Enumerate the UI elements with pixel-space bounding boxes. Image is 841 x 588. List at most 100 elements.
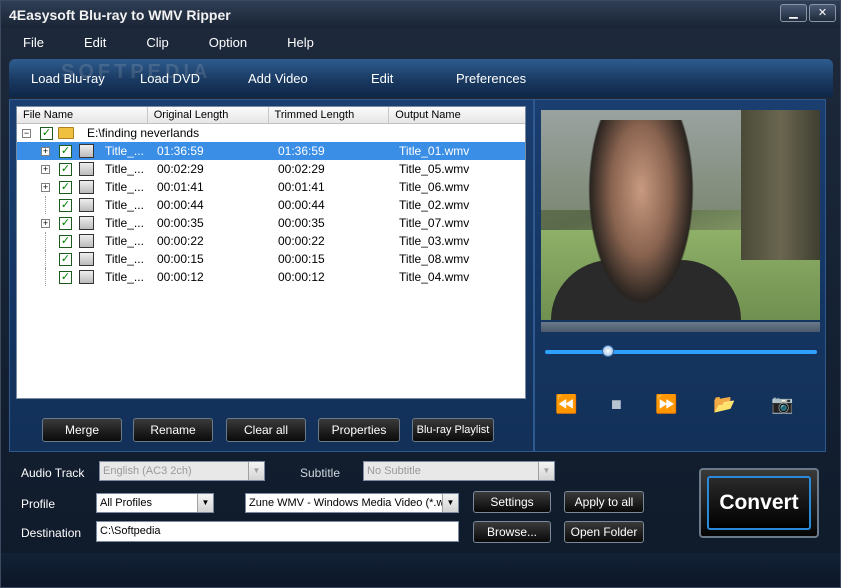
seek-thumb[interactable]: [601, 345, 614, 357]
stop-icon[interactable]: ■: [611, 394, 622, 415]
cell-output-name: Title_01.wmv: [399, 144, 470, 158]
audio-track-value: English (AC3 2ch): [103, 465, 192, 477]
row-checkbox[interactable]: ✓: [59, 181, 72, 194]
collapse-icon[interactable]: −: [22, 129, 31, 138]
cell-file-name: Title_...: [105, 234, 144, 248]
destination-input[interactable]: C:\Softpedia: [96, 521, 459, 542]
progress-track: [541, 322, 820, 332]
col-trimmed-length[interactable]: Trimmed Length: [269, 107, 390, 123]
root-checkbox[interactable]: ✓: [40, 127, 53, 140]
row-checkbox[interactable]: ✓: [59, 163, 72, 176]
expand-icon[interactable]: +: [41, 219, 50, 228]
add-video-button[interactable]: Add Video: [248, 71, 308, 86]
chevron-down-icon: ▼: [248, 462, 264, 480]
video-file-icon: [79, 198, 94, 212]
cell-output-name: Title_03.wmv: [399, 234, 470, 248]
merge-button[interactable]: Merge: [42, 418, 122, 442]
destination-label: Destination: [21, 526, 82, 540]
settings-button[interactable]: Settings: [473, 491, 551, 513]
profile-category-select[interactable]: All Profiles ▼: [96, 493, 214, 513]
row-checkbox[interactable]: ✓: [59, 271, 72, 284]
row-checkbox[interactable]: ✓: [59, 145, 72, 158]
bluray-playlist-button[interactable]: Blu-ray Playlist: [412, 418, 494, 442]
table-row[interactable]: + ✓ Title_... 00:01:41 00:01:41 Title_06.wmv: [17, 178, 525, 196]
audio-track-label: Audio Track: [21, 466, 85, 480]
fast-forward-icon[interactable]: ⏩: [655, 394, 677, 415]
row-checkbox[interactable]: ✓: [59, 217, 72, 230]
table-row[interactable]: ✓ Title_... 00:00:12 00:00:12 Title_04.wmv: [17, 268, 525, 286]
video-person-face: [581, 120, 701, 320]
cell-trimmed-length: 00:00:22: [278, 234, 325, 248]
row-checkbox[interactable]: ✓: [59, 235, 72, 248]
video-file-icon: [79, 144, 94, 158]
profile-label: Profile: [21, 497, 56, 511]
col-output-name[interactable]: Output Name: [389, 107, 525, 123]
tree-connector: [45, 232, 46, 250]
watermark: SOFTPEDIA: [61, 61, 212, 83]
cell-file-name: Title_...: [105, 180, 144, 194]
video-file-icon: [79, 180, 94, 194]
preferences-button[interactable]: Preferences: [456, 71, 526, 86]
menu-option[interactable]: Option: [205, 33, 251, 52]
cell-trimmed-length: 01:36:59: [278, 144, 325, 158]
menu-file[interactable]: File: [19, 33, 48, 52]
root-path: E:\finding neverlands: [87, 126, 200, 140]
browse-button[interactable]: Browse...: [473, 521, 551, 543]
menu-clip[interactable]: Clip: [142, 33, 172, 52]
cell-trimmed-length: 00:00:12: [278, 270, 325, 284]
rename-button[interactable]: Rename: [133, 418, 213, 442]
row-checkbox[interactable]: ✓: [59, 199, 72, 212]
snapshot-icon[interactable]: 📷: [771, 394, 793, 415]
tree-connector: [45, 268, 46, 286]
table-row[interactable]: ✓ Title_... 00:00:15 00:00:15 Title_08.wmv: [17, 250, 525, 268]
cell-trimmed-length: 00:02:29: [278, 162, 325, 176]
table-row[interactable]: + ✓ Title_... 00:02:29 00:02:29 Title_05.wmv: [17, 160, 525, 178]
title-bar: 4Easysoft Blu-ray to WMV Ripper ▁ ✕: [1, 1, 840, 28]
file-panel: File Name Original Length Trimmed Length…: [9, 99, 534, 452]
file-list[interactable]: File Name Original Length Trimmed Length…: [16, 106, 526, 399]
seek-bar[interactable]: [545, 350, 817, 354]
open-folder-button[interactable]: Open Folder: [564, 521, 644, 543]
subtitle-value: No Subtitle: [367, 465, 421, 477]
open-folder-icon[interactable]: 📂: [713, 394, 735, 415]
table-row[interactable]: ✓ Title_... 00:00:44 00:00:44 Title_02.wmv: [17, 196, 525, 214]
chevron-down-icon: ▼: [442, 494, 458, 512]
table-row[interactable]: ✓ Title_... 00:00:22 00:00:22 Title_03.wmv: [17, 232, 525, 250]
profile-category-value: All Profiles: [100, 497, 152, 509]
clear-all-button[interactable]: Clear all: [226, 418, 306, 442]
chevron-down-icon: ▼: [197, 494, 213, 512]
menu-help[interactable]: Help: [283, 33, 318, 52]
audio-track-select[interactable]: English (AC3 2ch) ▼: [99, 461, 265, 481]
cell-file-name: Title_...: [105, 270, 144, 284]
cell-original-length: 00:02:29: [157, 162, 204, 176]
rewind-icon[interactable]: ⏪: [555, 394, 577, 415]
table-row[interactable]: + ✓ Title_... 00:00:35 00:00:35 Title_07.wmv: [17, 214, 525, 232]
close-button[interactable]: ✕: [809, 4, 836, 22]
cell-trimmed-length: 00:00:35: [278, 216, 325, 230]
apply-to-all-button[interactable]: Apply to all: [564, 491, 644, 513]
expand-icon[interactable]: +: [41, 165, 50, 174]
expand-icon[interactable]: +: [41, 147, 50, 156]
cell-original-length: 00:00:15: [157, 252, 204, 266]
minimize-button[interactable]: ▁: [780, 4, 807, 22]
menu-edit[interactable]: Edit: [80, 33, 110, 52]
row-checkbox[interactable]: ✓: [59, 253, 72, 266]
cell-file-name: Title_...: [105, 144, 144, 158]
status-bar: [1, 553, 840, 587]
cell-file-name: Title_...: [105, 216, 144, 230]
cell-trimmed-length: 00:00:15: [278, 252, 325, 266]
expand-icon[interactable]: +: [41, 183, 50, 192]
chevron-down-icon: ▼: [538, 462, 554, 480]
cell-file-name: Title_...: [105, 162, 144, 176]
col-file-name[interactable]: File Name: [17, 107, 148, 123]
file-rows: + ✓ Title_... 01:36:59 01:36:59 Title_01.wmv +…: [17, 142, 525, 286]
col-original-length[interactable]: Original Length: [148, 107, 269, 123]
edit-button[interactable]: Edit: [371, 71, 393, 86]
table-row[interactable]: + ✓ Title_... 01:36:59 01:36:59 Title_01.wmv: [17, 142, 525, 160]
cell-trimmed-length: 00:00:44: [278, 198, 325, 212]
convert-button[interactable]: Convert: [699, 468, 819, 538]
profile-select[interactable]: Zune WMV - Windows Media Video (*.wmv) ▼: [245, 493, 459, 513]
subtitle-select[interactable]: No Subtitle ▼: [363, 461, 555, 481]
properties-button[interactable]: Properties: [318, 418, 400, 442]
tree-root-row[interactable]: − ✓ E:\finding neverlands: [17, 124, 525, 142]
